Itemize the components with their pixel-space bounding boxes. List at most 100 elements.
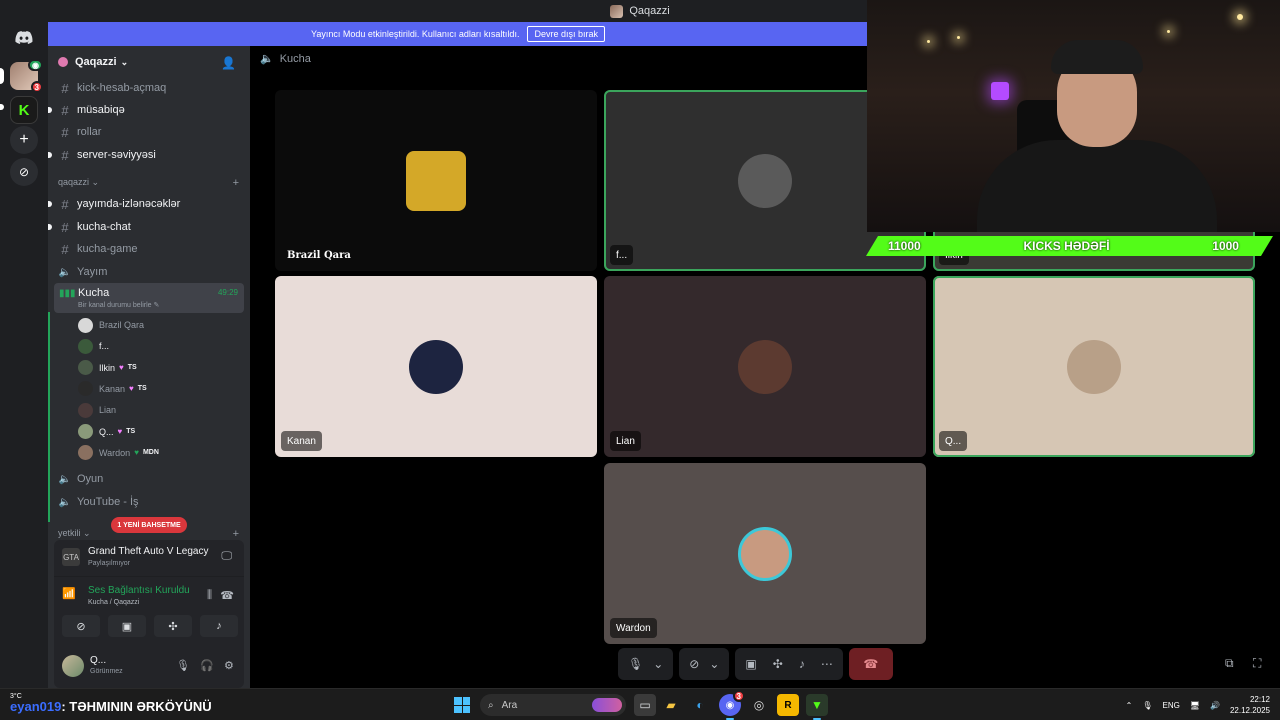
camera-off-icon: ⊘ [689,657,700,671]
voice-connection-panel: 📶 Ses Bağlantısı Kuruldu Kucha / Qaqazzi… [54,576,244,646]
video-tile[interactable]: Kanan [275,276,597,457]
voice-member[interactable]: f... [78,337,109,355]
leave-call-button[interactable]: ☎ [848,648,893,680]
voice-channel-kucha[interactable]: ▮▮▮ Kucha 49:29 Bir kanal durumu belirle… [54,283,244,313]
channel-name: yayımda-izlənəcəklər [77,198,181,210]
discord-home-button[interactable] [10,24,38,52]
taskbar-search[interactable]: ⌕ Ara [480,694,626,716]
invite-user-icon[interactable]: 👤 [221,56,236,70]
text-channel[interactable]: # kucha-game [54,239,244,259]
text-channel[interactable]: # yayımda-izlənəcəklər [48,194,244,214]
streaming-app-button[interactable]: ▼ [806,694,828,720]
game-title: Grand Theft Auto V Legacy [88,546,209,557]
network-icon[interactable]: 🖥 [1190,701,1200,710]
clan-tag: TS [126,428,136,435]
microphone-icon[interactable]: 🎙 [1142,701,1152,710]
streamer-cap [1051,40,1143,74]
streamer-body [977,140,1217,232]
voice-member[interactable]: Ilkin ♥ TS [78,359,137,377]
obs-icon: ◎ [753,698,765,712]
video-tile[interactable]: Q... [933,276,1255,457]
gear-icon[interactable]: ⚙ [224,659,234,672]
member-name: f... [99,341,110,352]
text-channel[interactable]: # kucha-chat [48,217,244,237]
server-boost-icon [58,57,68,67]
server-kick[interactable]: K [10,96,38,124]
clan-tag: TS [127,364,137,372]
clock[interactable]: 22:12 22.12.2025 [1230,694,1270,716]
voice-member[interactable]: Lian [78,401,116,419]
more-icon[interactable]: ⋯ [821,657,833,671]
voice-member[interactable]: Brazil Qara [78,316,144,334]
camera-off-button[interactable]: ⊘ [62,615,100,637]
volume-icon[interactable]: 🔊 [1210,701,1220,710]
ceiling-light [1237,14,1243,20]
text-channel[interactable]: # server-səviyyəsi [48,145,244,165]
server-qaqazzi[interactable]: 3 ◉ [10,59,43,93]
create-channel-icon[interactable]: + [233,177,239,189]
popout-icon[interactable]: ⧉ [1225,656,1234,671]
task-view-button[interactable]: ▭ [634,694,656,716]
voice-connection-location[interactable]: Kucha / Qaqazzi [88,599,139,606]
hash-icon: # [61,124,69,140]
discord-app: Qaqazzi 3 ◉ K + ⊘ Yayıncı Modu etkinleşt… [0,0,1280,720]
activities-icon[interactable]: ✣ [773,657,783,671]
video-tile[interactable]: Brazil Qara [275,90,597,271]
category-qaqazzi[interactable]: qaqazzi ⌄ + [58,177,243,189]
microphone-icon[interactable]: 🎙 [176,659,190,672]
share-screen-icon[interactable]: 🖵 [221,550,232,563]
channel-name: YouTube - İş [77,496,139,508]
explore-servers-button[interactable]: ⊘ [10,158,38,186]
voice-channel[interactable]: 🔈 Yayım [54,262,244,282]
obs-button[interactable]: ◎ [748,694,770,716]
voice-badge: ◉ [28,59,43,71]
disable-streamer-mode-button[interactable]: Devre dışı bırak [527,26,605,42]
text-channel[interactable]: # rollar [54,122,244,142]
voice-member[interactable]: Kanan ♥ TS [78,380,147,398]
soundboard-icon[interactable]: ♪ [799,657,805,671]
video-tile[interactable]: Wardon [604,463,926,644]
headphones-icon[interactable]: 🎧 [200,659,214,672]
fullscreen-icon[interactable]: ⛶ [1253,656,1261,671]
chevron-up-icon[interactable]: ⌃ [1126,701,1133,710]
string-light [1167,30,1170,33]
discord-taskbar-button[interactable]: ◉ 3 [719,690,745,720]
soundboard-button[interactable]: ♪ [200,615,238,637]
participant-avatar [738,153,792,208]
channel-status-input[interactable]: Bir kanal durumu belirle ✎ [78,301,159,309]
streamer-mode-banner: Yayıncı Modu etkinleştirildi. Kullanıcı … [48,22,868,46]
participant-avatar [409,339,463,394]
participant-name: f... [610,245,634,265]
soundboard-icon: ♪ [216,620,222,632]
voice-channel[interactable]: 🔈 YouTube - İş [54,492,244,512]
screen-share-icon[interactable]: ▣ [745,657,756,671]
video-tile[interactable]: Lian [604,276,926,457]
voice-member[interactable]: Q... ♥ TS [78,423,135,441]
text-channel[interactable]: # müsabiqə [48,100,244,120]
voice-member[interactable]: Wardon ♥ MDN [78,444,159,462]
webcam-overlay [867,0,1280,232]
user-status: Görünmez [90,668,123,675]
windows-start-button[interactable] [454,697,470,713]
screen-share-button[interactable]: ▣ [108,615,146,637]
user-name[interactable]: Q... [90,655,106,666]
disconnect-icon[interactable]: ☎ [220,589,234,602]
server-header[interactable]: Qaqazzi ⌄ 👤 [48,46,250,78]
rockstar-button[interactable]: R [777,694,799,716]
voice-channel[interactable]: 🔈 Oyun [54,469,244,489]
main-channel-name: Kucha [279,52,311,65]
create-channel-icon[interactable]: + [233,528,239,540]
activities-button[interactable]: ✣ [154,615,192,637]
user-avatar[interactable] [62,655,84,677]
new-mention-pill[interactable]: 1 YENİ BAHSETME [111,517,187,533]
text-channel[interactable]: # kick-hesab-açmaq [54,78,244,98]
language-indicator[interactable]: ENG [1162,701,1179,710]
noise-suppression-icon[interactable]: ⫼ [207,589,212,602]
edge-button[interactable]: ◐ [689,694,711,716]
camera-button[interactable]: ⊘ ⌄ [679,648,730,680]
add-server-button[interactable]: + [10,126,38,154]
voice-connection-title[interactable]: Ses Bağlantısı Kuruldu [88,585,190,596]
file-explorer-button[interactable]: ▰ [660,694,682,716]
mute-button[interactable]: 🎙 ⌄ [618,648,674,680]
avatar [78,445,93,461]
